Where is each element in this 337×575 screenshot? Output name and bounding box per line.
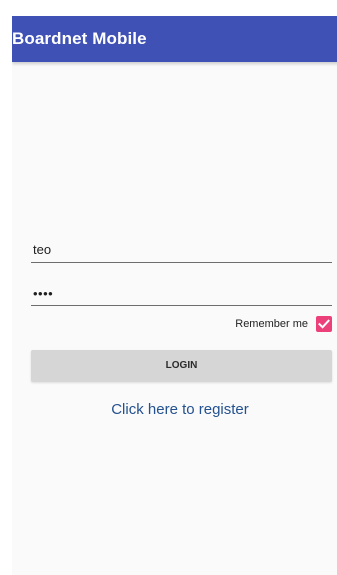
app-title: Boardnet Mobile (12, 29, 147, 48)
login-button-label: LOGIN (165, 360, 198, 371)
password-field[interactable]: •••• (31, 281, 332, 306)
login-screen: Boardnet Mobile teo •••• Remember me LOG… (12, 16, 337, 575)
password-masked-value: •••• (33, 286, 54, 301)
login-button[interactable]: LOGIN (31, 350, 332, 382)
remember-me-label: Remember me (235, 318, 308, 330)
checkmark-icon (318, 319, 330, 329)
app-bar: Boardnet Mobile (12, 16, 337, 62)
remember-me-row[interactable]: Remember me (192, 315, 332, 335)
screenshot-frame: Boardnet Mobile teo •••• Remember me LOG… (0, 0, 337, 575)
register-link[interactable]: Click here to register (12, 401, 337, 418)
username-field[interactable]: teo (31, 238, 332, 263)
remember-me-checkbox[interactable] (316, 316, 332, 332)
username-value: teo (33, 242, 52, 257)
